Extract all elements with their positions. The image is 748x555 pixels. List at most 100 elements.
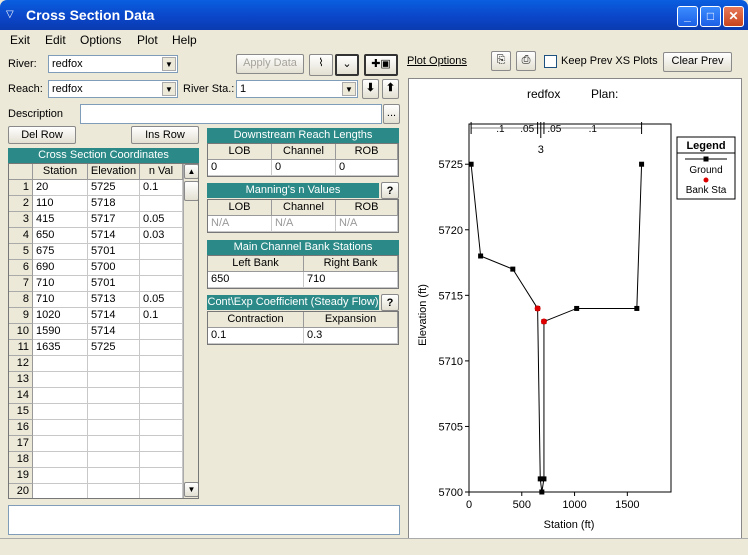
contraction-value[interactable]: 0.1 [208,328,304,344]
row-number[interactable]: 9 [9,308,33,324]
row-number[interactable]: 3 [9,212,33,228]
station-cell[interactable]: 110 [33,196,88,212]
coefficients-table[interactable]: Contraction Expansion 0.1 0.3 [207,311,399,345]
reach-select[interactable]: redfox ▼ [48,80,178,98]
minimize-button[interactable]: _ [677,6,698,27]
row-number[interactable]: 5 [9,244,33,260]
scroll-down-icon[interactable]: ▼ [184,482,198,497]
n-val-cell[interactable] [140,276,183,292]
reach-lengths-table[interactable]: LOB Channel ROB 0 0 0 [207,143,399,177]
n-val-cell[interactable]: 0.05 [140,292,183,308]
description-ellipsis-button[interactable]: ... [383,104,400,124]
mannings-table[interactable]: LOB Channel ROB N/A N/A N/A [207,199,399,233]
row-number[interactable]: 12 [9,356,33,372]
row-number[interactable]: 18 [9,452,33,468]
reach-length-lob[interactable]: 0 [208,160,272,176]
station-cell[interactable]: 675 [33,244,88,260]
river-select[interactable]: redfox ▼ [48,55,178,73]
n-val-cell[interactable]: 0.03 [140,228,183,244]
station-cell[interactable]: 710 [33,292,88,308]
n-val-cell[interactable] [140,372,183,388]
elevation-cell[interactable] [88,372,140,388]
elevation-cell[interactable] [88,452,140,468]
xs-tool-icon[interactable]: ⌇ [309,54,333,76]
n-val-cell[interactable] [140,260,183,276]
elevation-cell[interactable]: 5701 [88,244,140,260]
n-val-cell[interactable]: 0.05 [140,212,183,228]
elevation-cell[interactable]: 5718 [88,196,140,212]
station-cell[interactable]: 1590 [33,324,88,340]
del-row-button[interactable]: Del Row [8,126,76,144]
arrow-up-icon[interactable]: ⬆ [382,79,399,99]
station-cell[interactable]: 1020 [33,308,88,324]
elevation-cell[interactable]: 5717 [88,212,140,228]
row-number[interactable]: 10 [9,324,33,340]
row-number[interactable]: 11 [9,340,33,356]
row-number[interactable]: 8 [9,292,33,308]
ins-row-button[interactable]: Ins Row [131,126,199,144]
chevron-down-icon[interactable]: ▼ [162,57,176,71]
row-number[interactable]: 7 [9,276,33,292]
xs-coordinates-table[interactable]: Station Elevation n Val 1 20 5725 0.1 2 110 57… [8,163,199,499]
station-cell[interactable] [33,452,88,468]
row-number[interactable]: 14 [9,388,33,404]
elevation-cell[interactable]: 5714 [88,324,140,340]
copy-icon[interactable]: ⎘ [491,51,511,71]
station-cell[interactable] [33,420,88,436]
chevron-down-icon[interactable]: ▼ [162,82,176,96]
apply-data-button[interactable]: Apply Data [236,54,304,74]
menu-edit[interactable]: Edit [45,33,66,47]
mannings-rob[interactable]: N/A [336,216,398,232]
elevation-cell[interactable] [88,356,140,372]
expansion-value[interactable]: 0.3 [304,328,398,344]
mannings-channel[interactable]: N/A [272,216,336,232]
station-cell[interactable] [33,484,88,498]
n-val-cell[interactable] [140,356,183,372]
right-bank-value[interactable]: 710 [304,272,398,288]
mannings-help-button[interactable]: ? [381,182,399,199]
elevation-cell[interactable] [88,436,140,452]
row-number[interactable]: 19 [9,468,33,484]
n-val-cell[interactable] [140,340,183,356]
station-cell[interactable] [33,356,88,372]
menu-plot[interactable]: Plot [137,33,158,47]
elevation-cell[interactable]: 5714 [88,308,140,324]
station-cell[interactable]: 1635 [33,340,88,356]
chevron-down-icon[interactable]: ▼ [342,82,356,96]
elevation-cell[interactable] [88,388,140,404]
n-val-cell[interactable] [140,196,183,212]
menu-help[interactable]: Help [172,33,197,47]
camera-icon[interactable]: ✚▣ [364,54,398,76]
elevation-cell[interactable]: 5701 [88,276,140,292]
n-val-cell[interactable] [140,388,183,404]
n-val-cell[interactable] [140,468,183,484]
station-cell[interactable]: 690 [33,260,88,276]
xs-table-scrollbar[interactable]: ▲ ▼ [183,164,198,498]
menu-options[interactable]: Options [80,33,121,47]
n-val-cell[interactable] [140,404,183,420]
station-cell[interactable]: 415 [33,212,88,228]
maximize-button[interactable]: □ [700,6,721,27]
elevation-cell[interactable] [88,468,140,484]
keep-prev-checkbox[interactable] [544,55,557,68]
n-val-cell[interactable]: 0.1 [140,180,183,196]
elevation-cell[interactable]: 5725 [88,340,140,356]
n-val-cell[interactable]: 0.1 [140,308,183,324]
row-number[interactable]: 1 [9,180,33,196]
elevation-cell[interactable]: 5714 [88,228,140,244]
n-val-cell[interactable] [140,484,183,498]
n-val-cell[interactable] [140,324,183,340]
close-button[interactable]: ✕ [723,6,744,27]
elevation-cell[interactable]: 5700 [88,260,140,276]
station-cell[interactable] [33,404,88,420]
menu-exit[interactable]: Exit [10,33,30,47]
arrow-down-icon[interactable]: ⬇ [362,79,379,99]
row-number[interactable]: 17 [9,436,33,452]
station-cell[interactable]: 650 [33,228,88,244]
n-val-cell[interactable] [140,436,183,452]
scroll-thumb[interactable] [184,181,198,201]
printer-icon[interactable]: ⎙ [516,51,536,71]
left-bank-value[interactable]: 650 [208,272,304,288]
station-cell[interactable] [33,372,88,388]
row-number[interactable]: 6 [9,260,33,276]
